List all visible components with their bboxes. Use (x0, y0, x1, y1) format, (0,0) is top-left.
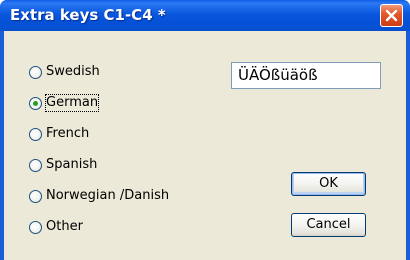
close-icon (385, 9, 398, 22)
close-button[interactable] (380, 4, 403, 27)
radio-button[interactable] (29, 65, 42, 79)
radio-label: German (44, 94, 100, 112)
radio-button[interactable] (29, 220, 42, 234)
radio-spanish[interactable]: Spanish (29, 155, 97, 175)
radio-button[interactable] (29, 96, 42, 110)
radio-label: Swedish (46, 64, 100, 79)
dialog-window: Extra keys C1-C4 * Swedish German French… (0, 0, 410, 260)
window-title: Extra keys C1-C4 * (10, 6, 166, 24)
radio-swedish[interactable]: Swedish (29, 62, 100, 82)
cancel-button[interactable]: Cancel (291, 213, 366, 237)
radio-label: Other (46, 219, 83, 234)
radio-label: Norwegian /Danish (46, 188, 170, 203)
radio-button[interactable] (29, 127, 42, 141)
radio-label: Spanish (46, 157, 98, 172)
radio-other[interactable]: Other (29, 217, 83, 237)
radio-button[interactable] (29, 158, 42, 172)
radio-german[interactable]: German (29, 93, 100, 113)
ok-button[interactable]: OK (291, 172, 366, 196)
radio-norwegian-danish[interactable]: Norwegian /Danish (29, 186, 169, 206)
radio-label: French (46, 126, 90, 141)
radio-button[interactable] (29, 189, 42, 203)
title-bar[interactable]: Extra keys C1-C4 * (0, 0, 410, 31)
characters-input[interactable]: ÜÄÖßüäöß (231, 62, 381, 89)
dialog-body: Swedish German French Spanish Norwegian … (4, 31, 406, 260)
radio-french[interactable]: French (29, 124, 89, 144)
